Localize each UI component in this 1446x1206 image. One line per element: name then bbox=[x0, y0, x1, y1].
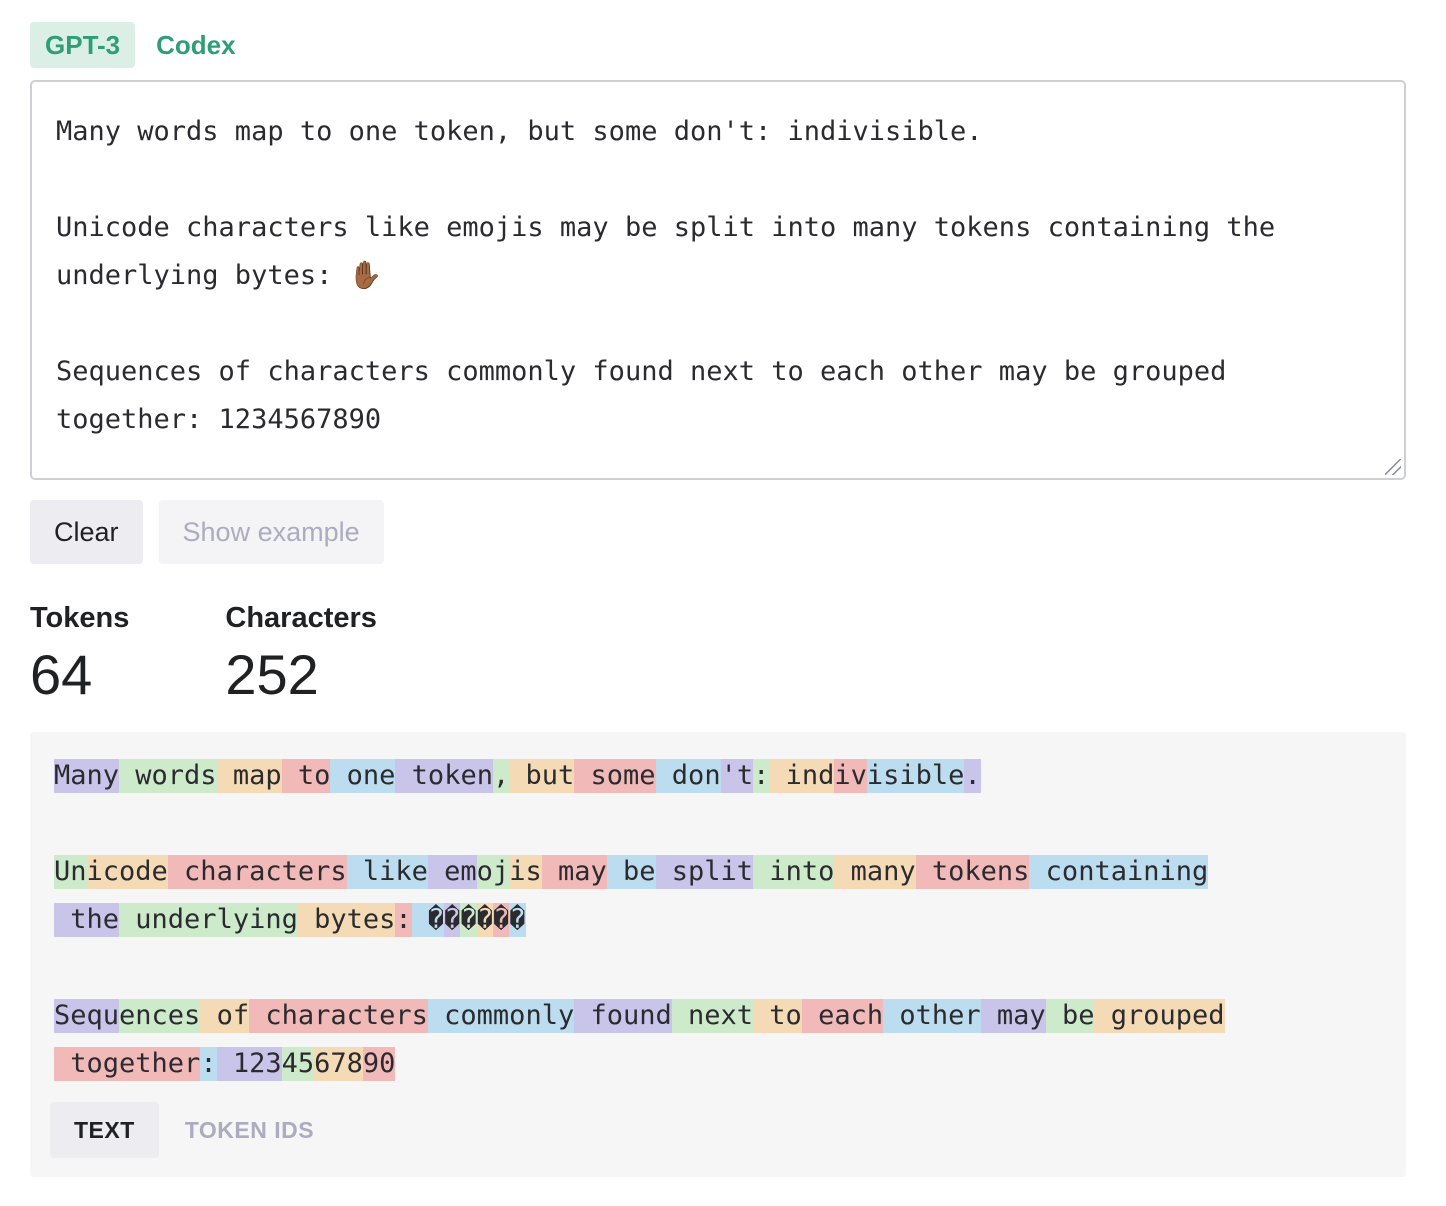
token: of bbox=[200, 999, 250, 1033]
token: � bbox=[460, 903, 477, 937]
token-line bbox=[54, 944, 1364, 992]
token: words bbox=[119, 759, 217, 793]
token: may bbox=[541, 855, 607, 889]
token-line: Unicode characters like emojis may be sp… bbox=[54, 848, 1364, 896]
token: token bbox=[395, 759, 493, 793]
tab-token-ids[interactable]: TOKEN IDS bbox=[161, 1102, 338, 1158]
token: to bbox=[753, 999, 802, 1033]
token-line: Sequences of characters commonly found n… bbox=[54, 992, 1364, 1040]
token: : bbox=[200, 1047, 217, 1081]
token: , bbox=[492, 759, 510, 793]
token: � bbox=[476, 903, 493, 937]
token: : bbox=[753, 759, 770, 793]
token: like bbox=[346, 855, 428, 889]
token: be bbox=[606, 855, 656, 889]
token: don bbox=[655, 759, 721, 793]
token: the bbox=[54, 903, 120, 937]
token: some bbox=[574, 759, 656, 793]
characters-stat: Characters 252 bbox=[225, 600, 377, 710]
tokens-stat: Tokens 64 bbox=[30, 600, 129, 710]
clear-button[interactable]: Clear bbox=[30, 500, 143, 564]
token: map bbox=[216, 759, 282, 793]
token: � bbox=[509, 903, 526, 937]
text-input[interactable]: Many words map to one token, but some do… bbox=[30, 80, 1406, 480]
token: Un bbox=[54, 855, 87, 889]
token: ences bbox=[119, 999, 201, 1033]
token: . bbox=[964, 759, 981, 793]
model-tabs: GPT-3 Codex bbox=[30, 22, 251, 68]
token: 't bbox=[720, 759, 754, 793]
token: em bbox=[427, 855, 477, 889]
token: tokens bbox=[915, 855, 1030, 889]
token: grouped bbox=[1094, 999, 1225, 1033]
view-tabs: TEXT TOKEN IDS bbox=[50, 1102, 338, 1158]
token: � bbox=[444, 903, 461, 937]
token: but bbox=[509, 759, 575, 793]
token: Many bbox=[54, 759, 120, 793]
characters-label: Characters bbox=[225, 602, 377, 634]
token: 678 bbox=[314, 1047, 363, 1081]
token-line: together: 1234567890 bbox=[54, 1040, 1364, 1088]
tokens-count: 64 bbox=[30, 643, 93, 706]
tokenized-output: Many words map to one token, but some do… bbox=[30, 732, 1406, 1177]
raised-hand-emoji-icon: ✋🏾 bbox=[348, 260, 383, 291]
token: commonly bbox=[427, 999, 575, 1033]
tokens-label: Tokens bbox=[30, 602, 130, 634]
token: split bbox=[655, 855, 754, 889]
tab-text[interactable]: TEXT bbox=[50, 1102, 159, 1158]
token: is bbox=[509, 855, 542, 889]
token: � bbox=[411, 903, 445, 937]
token: isible bbox=[866, 759, 965, 793]
input-paragraph-2: Unicode characters like emojis may be sp… bbox=[56, 212, 1292, 291]
action-buttons: Clear Show example bbox=[30, 500, 384, 564]
token: Sequ bbox=[54, 999, 120, 1033]
token: 90 bbox=[362, 1047, 396, 1081]
input-paragraph-3: Sequences of characters commonly found n… bbox=[56, 356, 1243, 435]
show-example-button[interactable]: Show example bbox=[158, 500, 384, 564]
token: be bbox=[1045, 999, 1095, 1033]
token: together bbox=[54, 1047, 201, 1081]
token: � bbox=[492, 903, 510, 937]
token: to bbox=[281, 759, 331, 793]
token: ind bbox=[769, 759, 835, 793]
token: into bbox=[753, 855, 835, 889]
token: characters bbox=[249, 999, 428, 1033]
token: underlying bbox=[119, 903, 298, 937]
token: icode bbox=[86, 855, 168, 889]
tokenized-text: Many words map to one token, but some do… bbox=[54, 752, 1364, 1088]
token: one bbox=[330, 759, 396, 793]
token: other bbox=[883, 999, 981, 1033]
token-line: the underlying bytes: ������ bbox=[54, 896, 1364, 944]
token: may bbox=[980, 999, 1046, 1033]
characters-count: 252 bbox=[225, 643, 319, 706]
token: bytes bbox=[297, 903, 396, 937]
resize-handle-icon[interactable] bbox=[1385, 459, 1401, 475]
token: each bbox=[801, 999, 884, 1033]
token: characters bbox=[167, 855, 347, 889]
token: 123 bbox=[216, 1047, 282, 1081]
token-line bbox=[54, 800, 1364, 848]
input-paragraph-1: Many words map to one token, but some do… bbox=[56, 116, 983, 147]
token: next bbox=[671, 999, 754, 1033]
token: iv bbox=[834, 759, 867, 793]
token: many bbox=[834, 855, 916, 889]
token: : bbox=[395, 903, 412, 937]
token: 45 bbox=[281, 1047, 315, 1081]
token-stats: Tokens 64 Characters 252 bbox=[30, 600, 473, 710]
tab-codex[interactable]: Codex bbox=[141, 22, 250, 68]
token-line: Many words map to one token, but some do… bbox=[54, 752, 1364, 800]
token: found bbox=[574, 999, 672, 1033]
tab-gpt3[interactable]: GPT-3 bbox=[30, 22, 136, 68]
token: oj bbox=[476, 855, 510, 889]
token: containing bbox=[1029, 855, 1209, 889]
